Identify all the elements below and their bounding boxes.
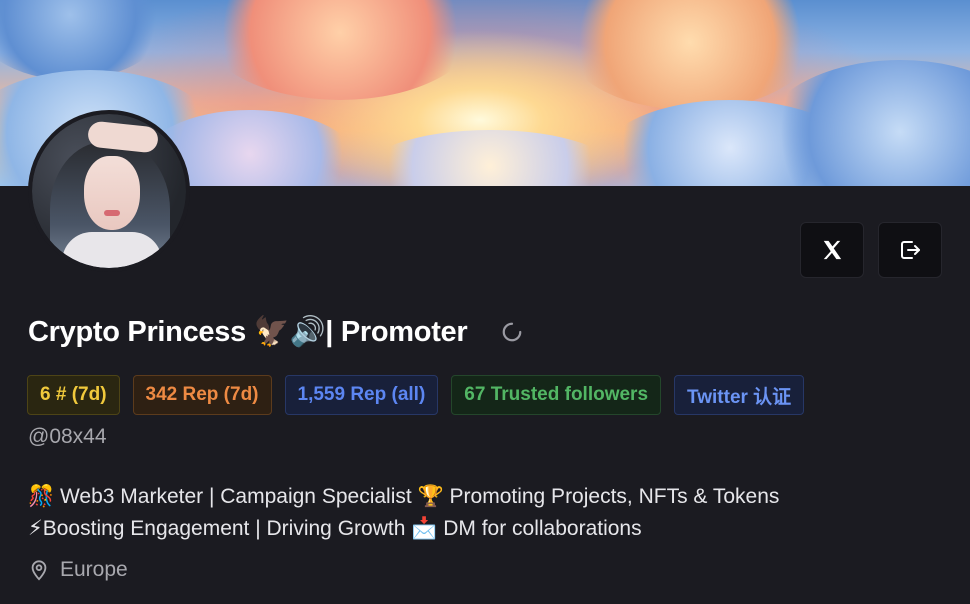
rep-7d-badge: 342 Rep (7d) (132, 375, 272, 415)
logout-button[interactable] (878, 222, 942, 278)
bio: 🎊 Web3 Marketer | Campaign Specialist 🏆 … (28, 481, 779, 545)
loading-spinner-icon (503, 322, 522, 342)
banner-cloud (360, 130, 620, 186)
banner-cloud (0, 0, 170, 80)
twitter-verified-badge: Twitter 认证 (674, 375, 805, 415)
badge-row: 6 # (7d) 342 Rep (7d) 1,559 Rep (all) 67… (27, 375, 805, 415)
banner-cloud (560, 0, 820, 110)
x-logo-icon (823, 240, 842, 260)
rep-all-badge: 1,559 Rep (all) (284, 375, 439, 415)
name-row: Crypto Princess 🦅🔊| Promoter (28, 312, 523, 352)
avatar-photo (32, 114, 186, 268)
logout-icon (901, 241, 920, 259)
location-pin-icon (31, 560, 47, 581)
twitter-x-button[interactable] (800, 222, 864, 278)
display-name: Crypto Princess 🦅🔊| Promoter (28, 316, 468, 348)
trusted-followers-badge[interactable]: 67 Trusted followers (451, 375, 662, 415)
bio-line: 🎊 Web3 Marketer | Campaign Specialist 🏆 … (28, 485, 780, 508)
user-handle: @08x44 (28, 425, 107, 448)
location: Europe (28, 558, 128, 582)
location-text: Europe (60, 558, 128, 581)
bio-line: ⚡Boosting Engagement | Driving Growth 📩 … (28, 517, 642, 540)
banner-cloud (200, 0, 480, 100)
avatar (28, 110, 190, 272)
rank-badge: 6 # (7d) (27, 375, 120, 415)
